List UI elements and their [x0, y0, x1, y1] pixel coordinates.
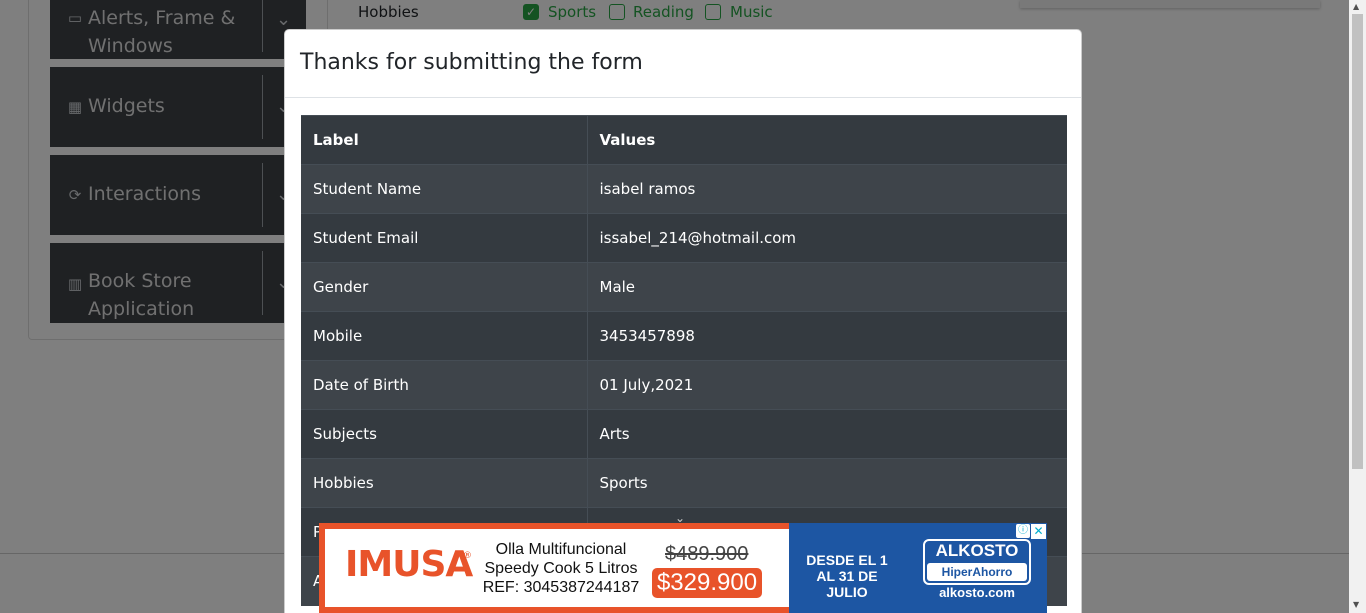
promo-dates: DESDE EL 1 AL 31 DE JULIO — [797, 552, 897, 600]
imusa-logo: IMUSA — [345, 544, 473, 585]
row-value: Male — [587, 262, 1067, 312]
row-value: Sports — [587, 458, 1067, 508]
date-line: DESDE EL 1 — [806, 552, 888, 568]
scrollbar[interactable]: ▲ ▼ — [1349, 0, 1366, 613]
registered-mark: ® — [463, 551, 472, 561]
alkosto-tagline: HiperAhorro — [927, 563, 1027, 581]
table-row: Student Email issabel_214@hotmail.com — [301, 213, 1067, 263]
product-line: Olla Multifuncional — [495, 541, 627, 558]
row-label: Mobile — [301, 311, 588, 361]
table-row: Gender Male — [301, 262, 1067, 312]
header-values: Values — [587, 115, 1067, 165]
table-row: Mobile 3453457898 — [301, 311, 1067, 361]
table-header-row: Label Values — [301, 115, 1067, 165]
row-label: Subjects — [301, 409, 588, 459]
row-label: Student Name — [301, 164, 588, 214]
modal-title: Thanks for submitting the form — [300, 50, 643, 75]
row-value: issabel_214@hotmail.com — [587, 213, 1067, 263]
header-label: Label — [301, 115, 588, 165]
product-line: REF: 3045387244187 — [482, 579, 640, 596]
row-value: 01 July,2021 — [587, 360, 1067, 410]
new-price: $329.900 — [652, 568, 762, 598]
table-row: Hobbies Sports — [301, 458, 1067, 508]
table-row: Date of Birth 01 July,2021 — [301, 360, 1067, 410]
alkosto-url[interactable]: alkosto.com — [923, 585, 1031, 600]
date-line: AL 31 DE JULIO — [816, 568, 878, 600]
table-row: Subjects Arts — [301, 409, 1067, 459]
alkosto-logo: ALKOSTO — [935, 541, 1019, 560]
close-icon[interactable]: ✕ — [1031, 524, 1046, 539]
row-label: Hobbies — [301, 458, 588, 508]
table-row: Student Name isabel ramos — [301, 164, 1067, 214]
modal-header: Thanks for submitting the form — [285, 30, 1081, 98]
info-icon[interactable]: ⓘ — [1016, 524, 1030, 538]
old-price: $489.900 — [665, 543, 749, 565]
ad-product-description: Olla Multifuncional Speedy Cook 5 Litros… — [481, 540, 641, 597]
row-value: Arts — [587, 409, 1067, 459]
product-line: Speedy Cook 5 Litros — [484, 560, 638, 577]
advertisement-banner[interactable]: IMUSA ® Olla Multifuncional Speedy Cook … — [319, 523, 1047, 613]
scroll-down-icon[interactable]: ▼ — [1353, 601, 1359, 609]
row-label: Gender — [301, 262, 588, 312]
row-label: Date of Birth — [301, 360, 588, 410]
row-label: Student Email — [301, 213, 588, 263]
scroll-up-icon[interactable]: ▲ — [1353, 3, 1359, 11]
row-value: isabel ramos — [587, 164, 1067, 214]
scroll-thumb[interactable] — [1352, 14, 1363, 469]
row-value: 3453457898 — [587, 311, 1067, 361]
